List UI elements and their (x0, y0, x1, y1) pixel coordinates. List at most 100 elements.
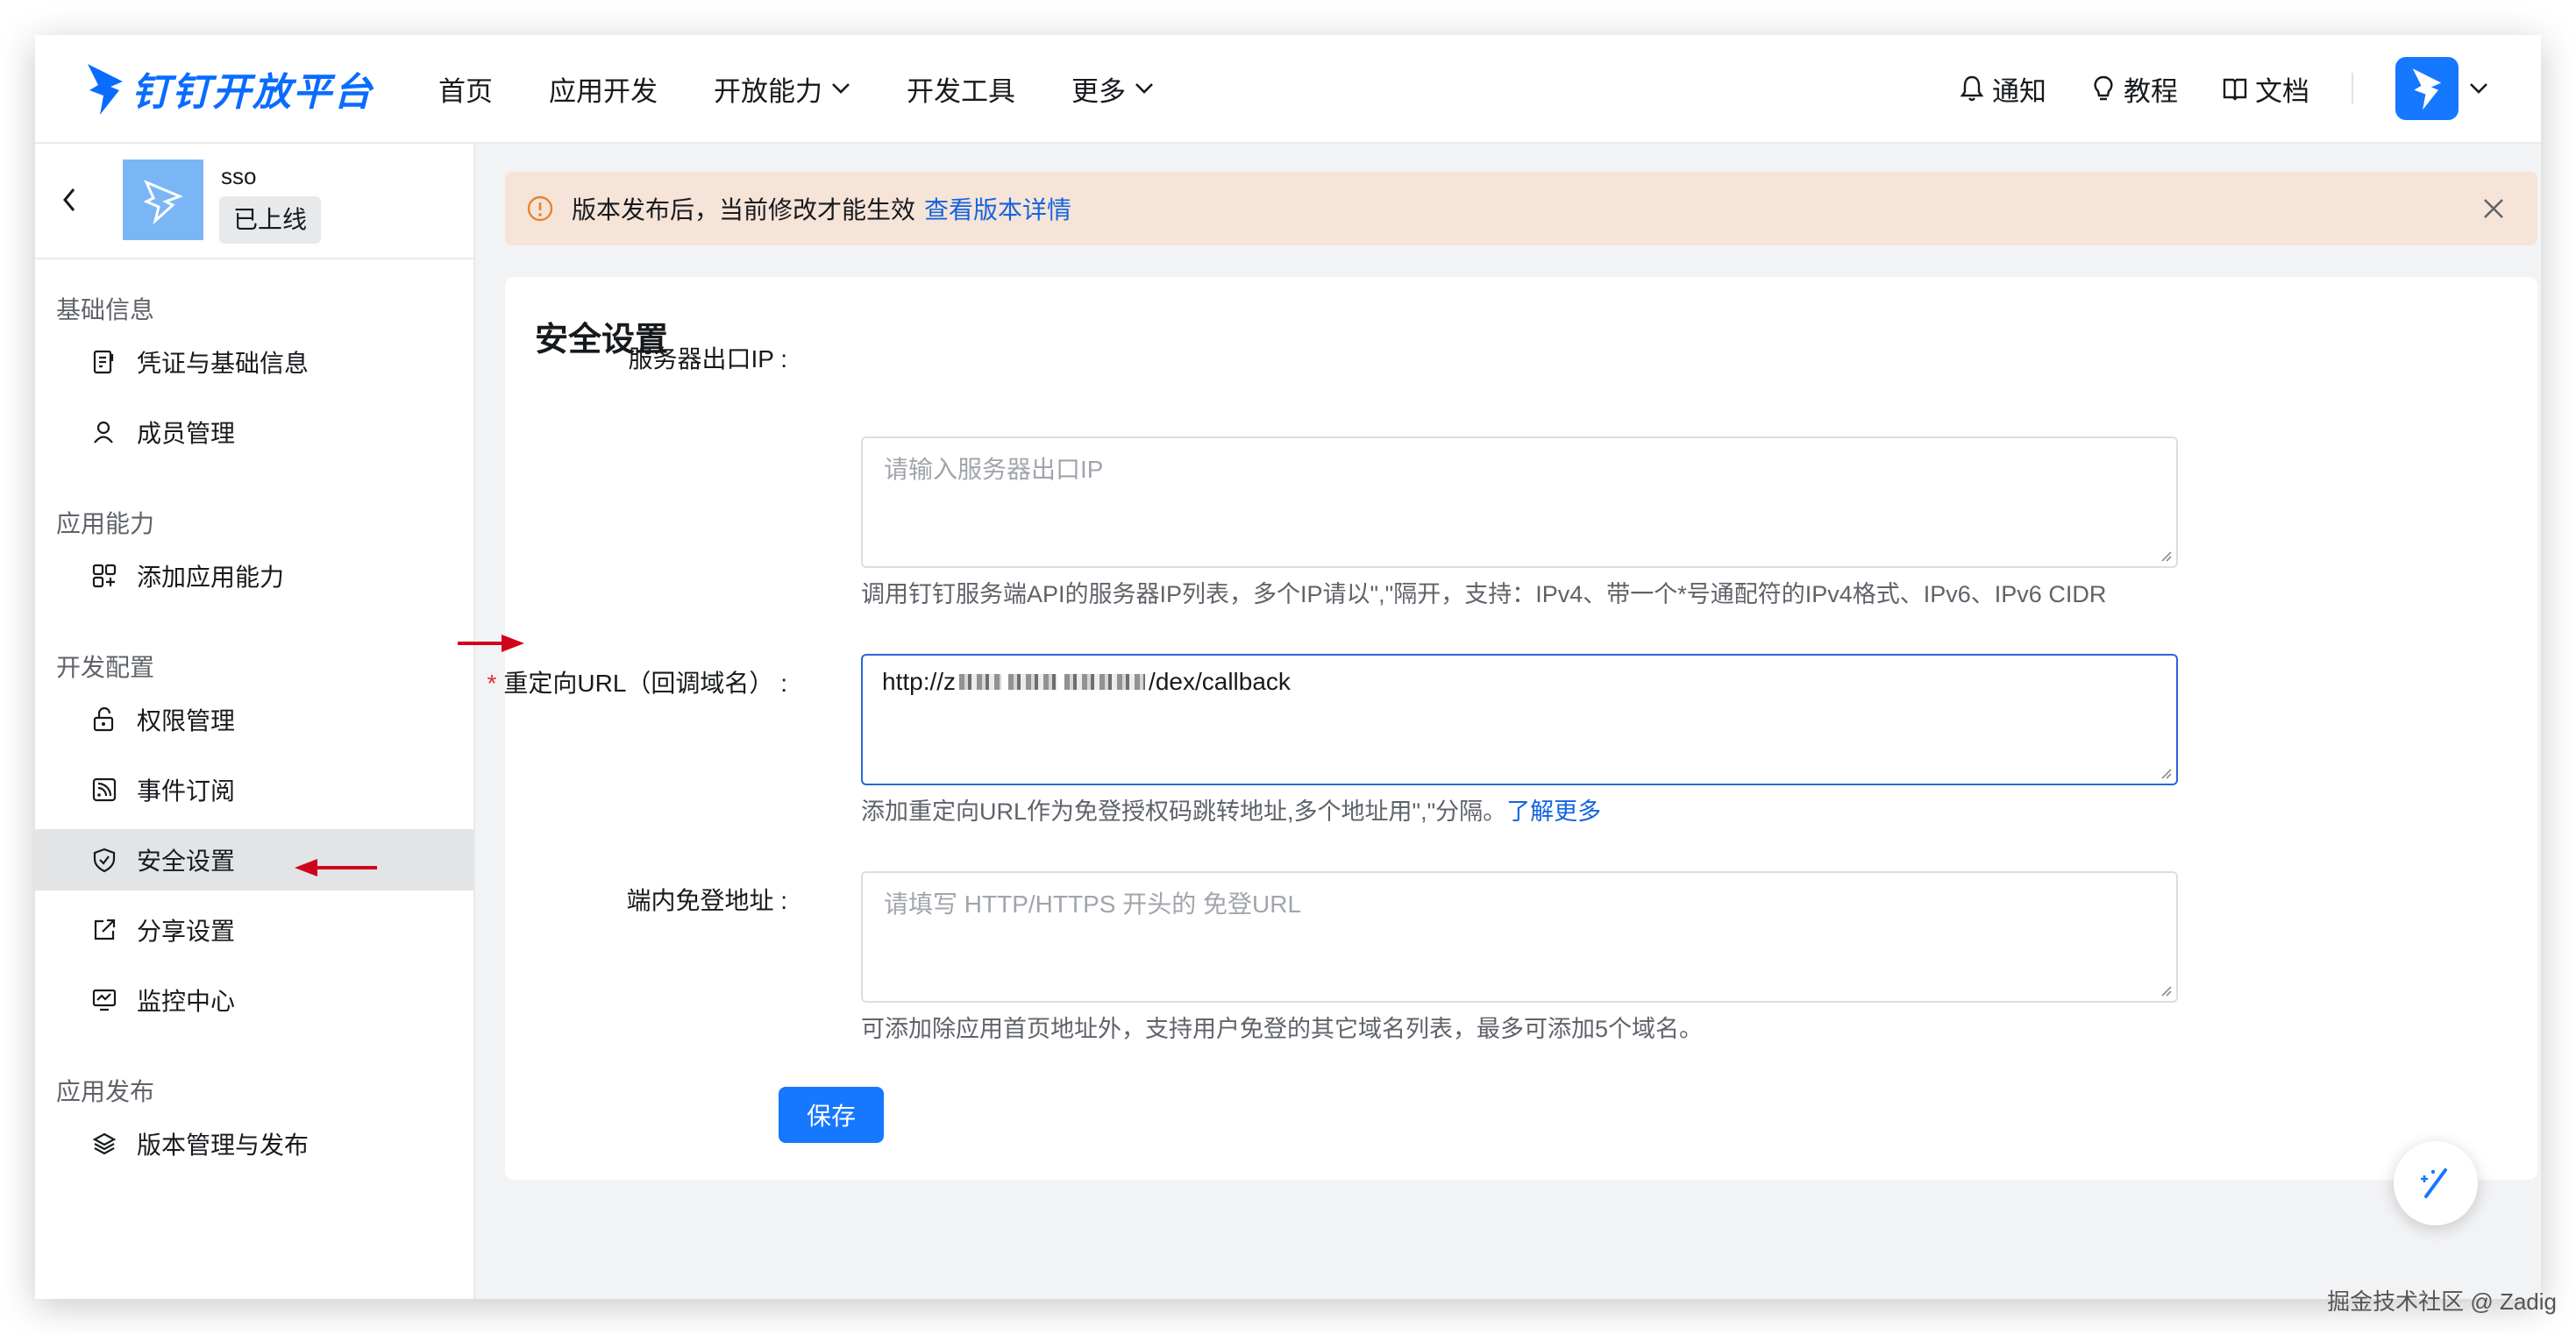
user-icon (94, 421, 113, 443)
inapp-login-placeholder: 请填写 HTTP/HTTPS 开头的 免登URL (884, 891, 1302, 918)
watermark: 掘金技术社区 @ Zadig (2327, 1288, 2557, 1315)
annotation-arrow-icon (295, 859, 377, 876)
sidebar-item-label: 权限管理 (137, 707, 236, 734)
security-settings-card: 安全设置 服务器出口IP : 请输入服务器出口IP 调用钉钉服务端API的服务器… (487, 277, 2537, 1180)
notifications-label: 通知 (1992, 75, 2046, 107)
redacted-text (959, 674, 1002, 690)
sidebar-item-share[interactable]: 分享设置 (35, 899, 473, 961)
share-icon (94, 919, 116, 940)
annotation-arrow-icon (458, 635, 524, 652)
sidebar-item-permissions[interactable]: 权限管理 (35, 689, 473, 750)
docs-label: 文档 (2255, 75, 2309, 107)
bell-icon (1960, 75, 1984, 102)
status-badge: 已上线 (219, 196, 322, 244)
notifications-link[interactable]: 通知 (1959, 69, 2046, 109)
app-logo-icon (143, 180, 184, 224)
server-ip-placeholder: 请输入服务器出口IP (884, 456, 1104, 483)
app-header: sso 已上线 (35, 144, 473, 259)
section-app-release: 应用发布 (56, 1078, 155, 1105)
sidebar-item-label: 分享设置 (137, 918, 236, 945)
sidebar-item-label: 事件订阅 (137, 777, 236, 805)
nav-item-more[interactable]: 更多 (1071, 69, 1154, 109)
sidebar-item-label: 版本管理与发布 (137, 1132, 310, 1159)
nav-item-app-dev[interactable]: 应用开发 (549, 69, 658, 109)
sidebar-item-label: 凭证与基础信息 (137, 350, 310, 377)
notice-text: 版本发布后，当前修改才能生效 (572, 196, 916, 224)
redirect-url-value: http://z /dex/callback (882, 668, 1291, 696)
nav-label: 开放能力 (714, 75, 822, 107)
redirect-url-label-text: 重定向URL（回调域名） : (503, 670, 787, 697)
sidebar-item-events[interactable]: 事件订阅 (35, 759, 473, 820)
brand-name: 钉钉开放平台 (132, 71, 374, 114)
view-version-details-link[interactable]: 查看版本详情 (924, 191, 1071, 226)
resize-grip-icon[interactable] (2159, 983, 2173, 997)
redirect-url-value-suffix: /dex/callback (1149, 668, 1291, 695)
nav-item-dev-tools[interactable]: 开发工具 (907, 69, 1015, 109)
user-avatar[interactable] (2395, 57, 2459, 120)
nav-label: 首页 (438, 75, 493, 107)
nav-label: 开发工具 (907, 75, 1015, 107)
sidebar-item-security[interactable]: 安全设置 (35, 829, 473, 891)
learn-more-link[interactable]: 了解更多 (1506, 798, 1601, 825)
sidebar-item-members[interactable]: 成员管理 (35, 401, 473, 463)
credential-icon (93, 350, 114, 374)
app-window: 钉钉开放平台 首页 应用开发 开放能力 开发工具 更多 通知 教程 文档 sso… (35, 35, 2541, 1299)
close-icon[interactable] (2481, 196, 2506, 221)
redirect-url-help: 添加重定向URL作为免登授权码跳转地址,多个地址用","分隔。了解更多 (861, 792, 1601, 827)
rss-icon (92, 777, 117, 802)
docs-link[interactable]: 文档 (2222, 69, 2309, 109)
sidebar: sso 已上线 基础信息 凭证与基础信息 成员管理 应用能力 添加应用能力 开发… (35, 144, 475, 1299)
chevron-down-icon[interactable] (2469, 82, 2488, 95)
ai-assistant-button[interactable] (2394, 1141, 2478, 1225)
nav-divider (2352, 73, 2353, 104)
chevron-down-icon (1135, 83, 1153, 94)
sidebar-item-credentials[interactable]: 凭证与基础信息 (35, 331, 473, 393)
shield-icon (93, 848, 116, 873)
tutorials-link[interactable]: 教程 (2090, 69, 2178, 109)
inapp-login-field[interactable]: 请填写 HTTP/HTTPS 开头的 免登URL (861, 871, 2178, 1003)
sidebar-item-label: 安全设置 (137, 848, 236, 875)
app-icon (123, 160, 203, 240)
sidebar-item-add-capability[interactable]: 添加应用能力 (35, 545, 473, 607)
resize-grip-icon[interactable] (2159, 766, 2173, 780)
server-ip-label: 服务器出口IP : (628, 345, 787, 373)
inapp-login-label: 端内免登地址 : (626, 887, 787, 914)
sidebar-item-versions[interactable]: 版本管理与发布 (35, 1113, 473, 1174)
dingtalk-logo-icon (88, 64, 123, 115)
back-arrow-icon[interactable] (58, 184, 81, 216)
section-dev-config: 开发配置 (56, 654, 155, 681)
lock-icon (93, 706, 114, 732)
tutorials-label: 教程 (2124, 75, 2178, 107)
save-button[interactable]: 保存 (779, 1087, 884, 1143)
server-ip-field[interactable]: 请输入服务器出口IP (861, 436, 2178, 568)
nav-label: 更多 (1071, 75, 1126, 107)
sidebar-item-monitor[interactable]: 监控中心 (35, 969, 473, 1031)
sidebar-item-label: 添加应用能力 (137, 564, 285, 591)
nav-item-open-capability[interactable]: 开放能力 (714, 69, 850, 109)
magic-wand-icon (2421, 1168, 2447, 1198)
brand-logo[interactable]: 钉钉开放平台 (84, 51, 374, 126)
nav-item-home[interactable]: 首页 (438, 69, 493, 109)
nav-label: 应用开发 (549, 75, 658, 107)
nav-right: 通知 教程 文档 (1915, 35, 2488, 142)
notice-banner: 版本发布后，当前修改才能生效 查看版本详情 (505, 172, 2537, 245)
resize-grip-icon[interactable] (2159, 549, 2173, 563)
redacted-text (1064, 674, 1146, 690)
main-nav: 首页 应用开发 开放能力 开发工具 更多 (438, 35, 1210, 142)
grid-plus-icon (92, 564, 117, 588)
monitor-icon (92, 989, 117, 1011)
redirect-url-help-text: 添加重定向URL作为免登授权码跳转地址,多个地址用","分隔。 (861, 798, 1507, 825)
server-ip-help: 调用钉钉服务端API的服务器IP列表，多个IP请以","隔开，支持：IPv4、带… (861, 581, 2107, 607)
redirect-url-field[interactable]: http://z /dex/callback (861, 654, 2178, 785)
inapp-login-help: 可添加除应用首页地址外，支持用户免登的其它域名列表，最多可添加5个域名。 (861, 1016, 1704, 1042)
sidebar-item-label: 成员管理 (137, 420, 236, 447)
top-navbar: 钉钉开放平台 首页 应用开发 开放能力 开发工具 更多 通知 教程 文档 (35, 35, 2541, 144)
redirect-url-label: * 重定向URL（回调域名） : (487, 664, 787, 699)
chevron-down-icon (832, 83, 850, 94)
sidebar-item-label: 监控中心 (137, 988, 236, 1015)
app-name: sso (221, 163, 257, 189)
section-basic-info: 基础信息 (56, 296, 155, 323)
dingtalk-avatar-icon (2412, 68, 2442, 110)
layers-icon (92, 1132, 117, 1155)
info-icon (527, 195, 553, 222)
